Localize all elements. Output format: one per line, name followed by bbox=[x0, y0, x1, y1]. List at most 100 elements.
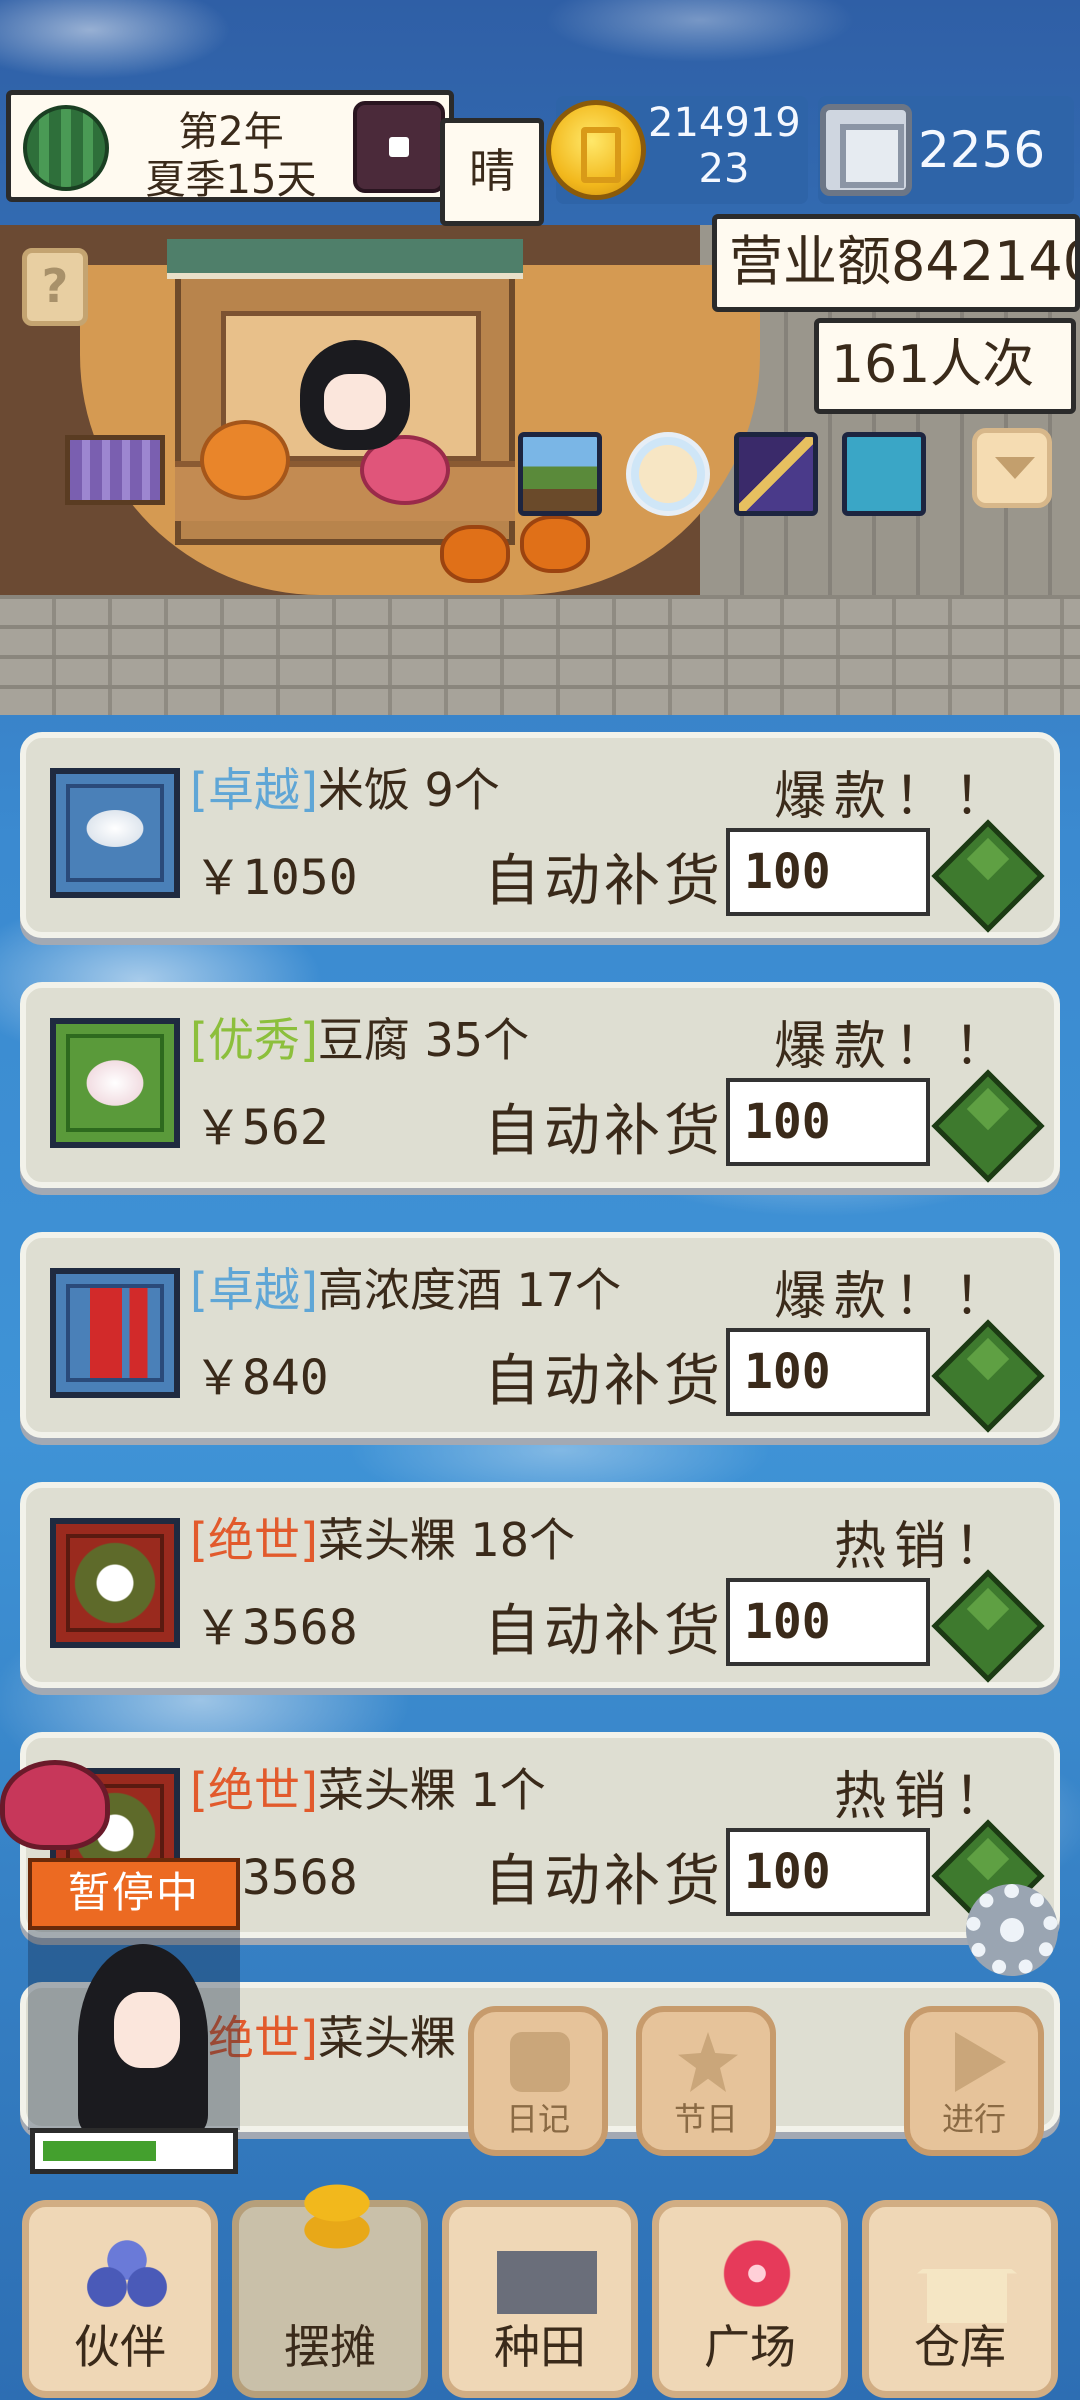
proceed-button[interactable]: 进行 bbox=[904, 2006, 1044, 2156]
product-price: ￥840 bbox=[194, 1350, 329, 1406]
restock-quantity-input[interactable]: 100 bbox=[726, 828, 930, 916]
rice-bowl-icon bbox=[50, 768, 180, 898]
product-title: 高浓度酒 bbox=[317, 1263, 502, 1317]
confirm-diamond-button[interactable] bbox=[931, 1569, 1045, 1683]
coin-amount-line1: 214919 bbox=[648, 100, 801, 146]
buff-landscape-icon[interactable] bbox=[518, 432, 602, 516]
auto-restock-label: 自动补货 bbox=[484, 849, 724, 914]
nav-warehouse-label: 仓库 bbox=[914, 2320, 1006, 2374]
nav-stall-label: 摆摊 bbox=[284, 2320, 376, 2374]
diary-label: 日记 bbox=[505, 2100, 570, 2138]
product-quality: [绝世] bbox=[190, 1763, 318, 1817]
product-count: 35个 bbox=[424, 1013, 530, 1067]
nav-partner-label: 伙伴 bbox=[74, 2320, 166, 2374]
nav-partner[interactable]: 伙伴 bbox=[22, 2200, 218, 2398]
pumpkin bbox=[440, 525, 510, 583]
nav-farm[interactable]: 种田 bbox=[442, 2200, 638, 2398]
restock-quantity-input[interactable]: 100 bbox=[726, 1578, 930, 1666]
help-icon: ? bbox=[41, 259, 69, 313]
festival-button[interactable]: 节日 bbox=[636, 2006, 776, 2156]
product-name: [优秀]豆腐 35个 bbox=[190, 1004, 529, 1070]
product-card[interactable]: [卓越]米饭 9个 爆款！！ ￥1050 自动补货 100 bbox=[20, 732, 1060, 938]
record-disc-icon[interactable] bbox=[353, 101, 445, 193]
worker-portrait[interactable] bbox=[28, 1930, 240, 2134]
settings-gear-icon[interactable] bbox=[966, 1884, 1058, 1976]
product-price: ￥562 bbox=[194, 1100, 329, 1156]
product-name: [卓越]高浓度酒 17个 bbox=[190, 1254, 621, 1320]
auto-restock-label: 自动补货 bbox=[484, 1849, 724, 1914]
silver-ingot-icon bbox=[820, 104, 912, 196]
product-quality: [卓越] bbox=[190, 1263, 318, 1317]
crab-pet[interactable] bbox=[0, 1760, 110, 1850]
product-quality: [卓越] bbox=[190, 763, 318, 817]
buff-bread-icon[interactable] bbox=[626, 432, 710, 516]
product-card[interactable]: [优秀]豆腐 35个 爆款！！ ￥562 自动补货 100 bbox=[20, 982, 1060, 1188]
silver-amount: 2256 bbox=[918, 121, 1046, 179]
worker-face bbox=[114, 1992, 180, 2068]
sales-tag: 爆款！！ bbox=[773, 767, 1014, 827]
sales-tag: 爆款！！ bbox=[773, 1267, 1014, 1327]
nav-warehouse[interactable]: 仓库 bbox=[862, 2200, 1058, 2398]
nav-stall[interactable]: 摆摊 bbox=[232, 2167, 428, 2398]
shopkeeper-character[interactable] bbox=[300, 340, 410, 450]
confirm-diamond-button[interactable] bbox=[931, 1069, 1045, 1183]
product-price: ￥1050 bbox=[194, 850, 358, 906]
turnover-label: 营业额842140 bbox=[712, 214, 1080, 312]
diary-button[interactable]: 日记 bbox=[468, 2006, 608, 2156]
radish-cake-icon bbox=[50, 1518, 180, 1648]
visitor-count: 161人次 bbox=[814, 318, 1076, 414]
auto-restock-label: 自动补货 bbox=[484, 1599, 724, 1664]
brick-floor bbox=[0, 595, 1080, 715]
play-icon bbox=[955, 2032, 1006, 2092]
product-count: 1个 bbox=[470, 1763, 546, 1817]
stall-roof bbox=[167, 239, 523, 279]
product-title: 菜头粿 bbox=[317, 2011, 456, 2065]
watering-can-icon bbox=[497, 2233, 597, 2323]
gold-coin-icon bbox=[546, 100, 646, 200]
expand-dropdown-button[interactable] bbox=[972, 428, 1052, 508]
confirm-diamond-button[interactable] bbox=[931, 819, 1045, 933]
nav-plaza-label: 广场 bbox=[704, 2320, 796, 2374]
people-group-icon bbox=[77, 2233, 177, 2323]
sales-tag: 爆款！！ bbox=[773, 1017, 1014, 1077]
product-name: [卓越]米饭 9个 bbox=[190, 754, 500, 820]
chat-bubble-icon bbox=[510, 2032, 570, 2092]
date-panel[interactable]: 第2年 夏季15天 bbox=[6, 90, 454, 203]
product-name: [绝世]菜头粿 18个 bbox=[190, 1504, 575, 1570]
nav-plaza[interactable]: 广场 bbox=[652, 2200, 848, 2398]
coin-amount: 214919 23 bbox=[648, 100, 801, 192]
auto-restock-label: 自动补货 bbox=[484, 1099, 724, 1164]
buff-magic-wand-icon[interactable] bbox=[734, 432, 818, 516]
lavender-crate bbox=[65, 435, 165, 505]
shopkeeper-face bbox=[324, 374, 386, 430]
worker-energy-fill bbox=[43, 2141, 156, 2161]
restock-quantity-input[interactable]: 100 bbox=[726, 1328, 930, 1416]
buff-shield-icon[interactable] bbox=[842, 432, 926, 516]
sales-tag: 热销！ bbox=[833, 1767, 1014, 1827]
tofu-icon bbox=[50, 1018, 180, 1148]
flower-icon bbox=[707, 2233, 807, 2323]
proceed-label: 进行 bbox=[941, 2100, 1006, 2138]
product-title: 菜头粿 bbox=[317, 1513, 456, 1567]
weather-label: 晴 bbox=[440, 118, 544, 226]
help-button[interactable]: ? bbox=[22, 248, 88, 326]
product-price: ￥3568 bbox=[194, 1600, 358, 1656]
product-card[interactable]: [卓越]高浓度酒 17个 爆款！！ ￥840 自动补货 100 bbox=[20, 1232, 1060, 1438]
product-quality: [绝世] bbox=[190, 1513, 318, 1567]
date-day: 夏季15天 bbox=[145, 157, 317, 203]
product-title: 菜头粿 bbox=[317, 1763, 456, 1817]
product-name: [绝世]菜头粿 1个 bbox=[190, 1754, 546, 1820]
coin-stack-icon bbox=[287, 2167, 387, 2257]
restock-quantity-input[interactable]: 100 bbox=[726, 1078, 930, 1166]
product-card[interactable]: [绝世]菜头粿 18个 热销！ ￥3568 自动补货 100 bbox=[20, 1482, 1060, 1688]
product-quality: [优秀] bbox=[190, 1013, 318, 1067]
restock-quantity-input[interactable]: 100 bbox=[726, 1828, 930, 1916]
liquor-bottle-icon bbox=[50, 1268, 180, 1398]
carrot-pile bbox=[200, 420, 290, 500]
confirm-diamond-button[interactable] bbox=[931, 1319, 1045, 1433]
product-count: 17个 bbox=[516, 1263, 622, 1317]
worker-energy-bar bbox=[30, 2128, 238, 2174]
auto-restock-label: 自动补货 bbox=[484, 1349, 724, 1414]
house-icon bbox=[917, 2233, 1017, 2323]
paused-status[interactable]: 暂停中 bbox=[28, 1858, 240, 1930]
